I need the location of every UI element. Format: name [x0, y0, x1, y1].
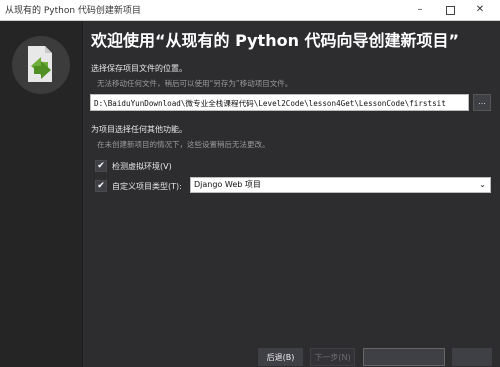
- location-hint: 无法移动任何文件，稍后可以使用“另存为”移动项目文件。: [97, 79, 293, 88]
- title-bar: 从现有的 Python 代码创建新项目 – ✕: [0, 0, 500, 21]
- close-button[interactable]: ✕: [466, 0, 494, 20]
- project-path-input[interactable]: D:\BaiduYunDownload\微专业全栈课程代码\Level2Code…: [90, 94, 469, 111]
- wizard-sidebar: [0, 21, 83, 367]
- wizard-content: 欢迎使用“从现有的 Python 代码向导创建新项目” 选择保存项目文件的位置。…: [83, 21, 500, 367]
- cancel-button[interactable]: [452, 348, 492, 366]
- custom-type-checkbox[interactable]: ✔: [95, 180, 107, 192]
- next-button[interactable]: 下一步(N): [310, 348, 355, 366]
- custom-type-label[interactable]: 自定义项目类型(T):: [112, 181, 182, 192]
- window-title: 从现有的 Python 代码创建新项目: [5, 6, 141, 16]
- project-type-value: Django Web 项目: [194, 180, 261, 189]
- close-icon: ✕: [475, 4, 485, 15]
- location-label: 选择保存项目文件的位置。: [91, 64, 187, 73]
- features-label: 为项目选择任何其他功能。: [91, 125, 187, 134]
- detect-venv-label[interactable]: 检测虚拟环境(V): [112, 161, 172, 172]
- maximize-icon: [445, 6, 455, 15]
- features-hint: 在未创建新项目的情况下，这些设置稍后无法更改。: [97, 140, 270, 149]
- project-type-dropdown[interactable]: Django Web 项目 ⌄: [190, 177, 491, 193]
- browse-button[interactable]: ...: [473, 94, 491, 111]
- chevron-down-icon: ⌄: [479, 180, 486, 189]
- maximize-button[interactable]: [436, 0, 464, 20]
- checkmark-icon: ✔: [97, 161, 105, 171]
- minimize-icon: –: [417, 4, 423, 15]
- detect-venv-checkbox[interactable]: ✔: [95, 160, 107, 172]
- page-title: 欢迎使用“从现有的 Python 代码向导创建新项目”: [91, 31, 460, 50]
- checkmark-icon: ✔: [97, 181, 105, 191]
- minimize-button[interactable]: –: [406, 0, 434, 20]
- back-button[interactable]: 后退(B): [258, 348, 303, 366]
- python-project-icon: [12, 36, 70, 94]
- create-button[interactable]: [363, 348, 445, 366]
